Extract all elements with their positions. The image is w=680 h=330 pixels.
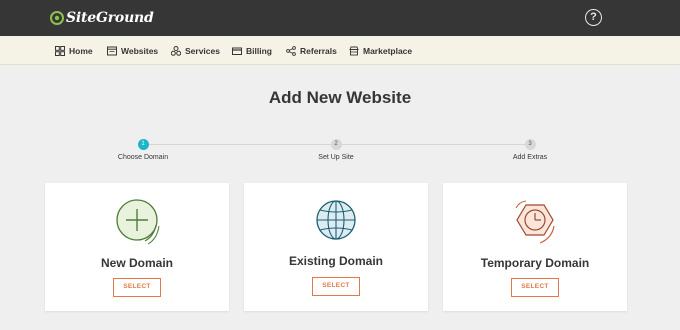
card-title: New Domain xyxy=(100,256,173,270)
step-add-extras: 3 Add Extras xyxy=(470,139,590,161)
siteground-logo-icon xyxy=(50,11,64,25)
card-title: Temporary Domain xyxy=(480,256,590,270)
nav-item-home[interactable]: Home xyxy=(55,36,93,65)
nav-label: Services xyxy=(185,45,220,56)
globe-icon xyxy=(316,200,356,240)
card-temporary-domain[interactable]: Temporary Domain SELECT xyxy=(443,183,627,311)
logo-text: SiteGround xyxy=(66,10,154,26)
card-existing-domain[interactable]: Existing Domain SELECT xyxy=(244,183,428,311)
share-icon xyxy=(286,45,296,56)
select-existing-domain-button[interactable]: SELECT xyxy=(312,277,360,296)
step-choose-domain: 1 Choose Domain xyxy=(83,139,203,161)
grid-icon xyxy=(55,45,65,56)
step-label: Set Up Site xyxy=(318,154,354,161)
nav-item-services[interactable]: Services xyxy=(171,36,220,65)
step-number: 1 xyxy=(137,139,149,150)
step-number: 3 xyxy=(524,139,536,150)
card-new-domain[interactable]: New Domain SELECT xyxy=(45,183,229,311)
step-set-up-site: 2 Set Up Site xyxy=(276,139,396,161)
nav-label: Billing xyxy=(246,45,272,56)
step-number: 2 xyxy=(330,139,342,150)
nav-label: Home xyxy=(69,45,93,56)
select-new-domain-button[interactable]: SELECT xyxy=(113,278,161,297)
nav-item-websites[interactable]: Websites xyxy=(107,36,158,65)
nav-item-marketplace[interactable]: Marketplace xyxy=(349,36,412,65)
main-nav: Home Websites Services Billing Referrals… xyxy=(0,36,680,65)
browser-icon xyxy=(107,46,117,55)
siteground-logo[interactable]: SiteGround xyxy=(50,9,154,27)
services-icon xyxy=(171,45,181,56)
nav-label: Marketplace xyxy=(363,45,413,56)
nav-label: Referrals xyxy=(300,45,337,56)
step-label: Add Extras xyxy=(512,154,548,161)
clock-icon xyxy=(515,200,555,244)
card-title: Existing Domain xyxy=(288,254,383,268)
billing-icon xyxy=(232,47,242,55)
nav-label: Websites xyxy=(121,45,159,56)
store-icon xyxy=(349,46,359,55)
help-icon[interactable]: ? xyxy=(585,9,602,26)
select-temporary-domain-button[interactable]: SELECT xyxy=(511,278,559,297)
plus-circle-icon xyxy=(116,199,160,245)
step-label: Choose Domain xyxy=(117,154,169,161)
page-title: Add New Website xyxy=(268,88,412,107)
top-bar: SiteGround ? xyxy=(0,0,680,36)
nav-item-billing[interactable]: Billing xyxy=(232,36,272,65)
nav-item-referrals[interactable]: Referrals xyxy=(286,36,337,65)
